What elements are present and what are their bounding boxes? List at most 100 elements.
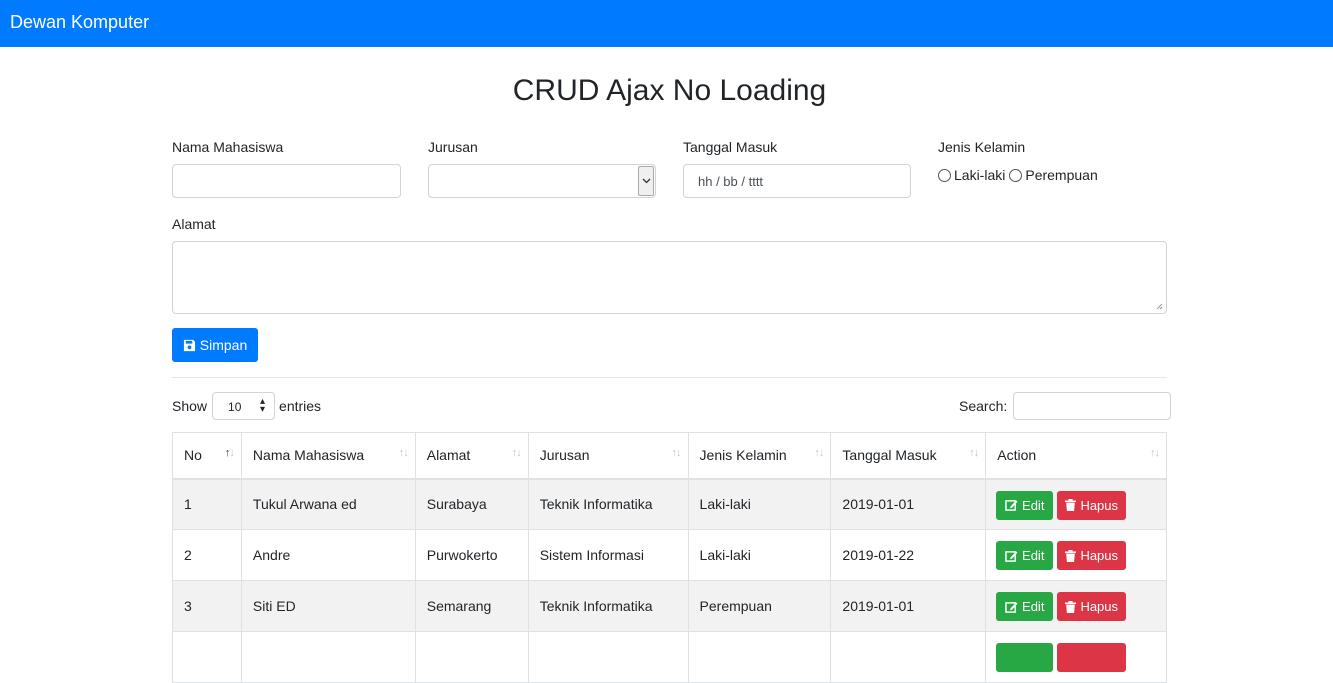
- table-row: [172, 631, 1167, 683]
- cell-alamat: Purwokerto: [414, 529, 529, 581]
- cell-alamat: Semarang: [414, 580, 529, 632]
- cell-jurusan: Teknik Informatika: [527, 580, 689, 632]
- floppy-disk-icon: [183, 339, 195, 351]
- tanggal-placeholder: hh / bb / tttt: [698, 174, 764, 189]
- sort-icon: ↑↓: [814, 447, 824, 459]
- cell-action: Edit Hapus: [985, 529, 1167, 581]
- edit-button-label: Edit: [1022, 497, 1045, 513]
- save-button[interactable]: Simpan: [172, 328, 258, 362]
- col-header-action[interactable]: Action ↑↓: [985, 432, 1167, 480]
- radio-perempuan[interactable]: [1009, 168, 1023, 182]
- alamat-label: Alamat: [172, 216, 216, 232]
- sort-icon: ↑↓: [511, 447, 522, 459]
- entries-length-control: Show 10 ▴ ▾ entries: [172, 392, 321, 420]
- table-row: 3 Siti ED Semarang Teknik Informatika Pe…: [172, 580, 1167, 632]
- delete-button[interactable]: Hapus: [1057, 541, 1127, 570]
- trash-icon: [1065, 499, 1077, 511]
- edit-button-label: Edit: [1022, 599, 1045, 614]
- edit-button[interactable]: Edit: [996, 592, 1054, 621]
- entries-select[interactable]: 10 ▴ ▾: [212, 392, 276, 420]
- navbar-brand[interactable]: Dewan Komputer: [10, 12, 149, 33]
- radio-laki-laki[interactable]: [938, 168, 951, 182]
- edit-icon: [1005, 500, 1018, 511]
- jurusan-select[interactable]: [428, 164, 656, 198]
- cell-nama: [240, 631, 416, 683]
- cell-gender: Laki-laki: [687, 478, 832, 530]
- alamat-textarea[interactable]: [172, 241, 1167, 314]
- sort-icon: ↑↓: [969, 447, 979, 459]
- trash-icon: [1065, 549, 1077, 562]
- divider: [172, 377, 1167, 378]
- col-header-gender[interactable]: Jenis Kelamin ↑↓: [687, 432, 832, 480]
- chevron-down-icon: [638, 166, 654, 196]
- col-header-label: Jurusan: [539, 447, 590, 464]
- edit-button-label: Edit: [1022, 548, 1045, 563]
- col-header-label: Tanggal Masuk: [842, 447, 937, 464]
- cell-tanggal: 2019-01-22: [830, 529, 987, 581]
- radio-perempuan-label[interactable]: Perempuan: [1025, 167, 1097, 183]
- cell-action: [985, 631, 1167, 683]
- navbar: Dewan Komputer: [0, 0, 1333, 47]
- delete-button[interactable]: [1057, 643, 1127, 672]
- sort-icon: ↑↓: [671, 447, 682, 459]
- resize-grip-icon[interactable]: [1155, 302, 1163, 310]
- cell-tanggal: [830, 631, 987, 683]
- cell-jurusan: [527, 631, 689, 683]
- delete-button[interactable]: Hapus: [1057, 490, 1127, 520]
- edit-button[interactable]: [996, 643, 1054, 672]
- nama-label: Nama Mahasiswa: [172, 139, 284, 155]
- col-header-label: Alamat: [426, 447, 471, 464]
- cell-nama: Siti ED: [240, 580, 416, 632]
- cell-gender: Perempuan: [687, 580, 832, 632]
- edit-icon: [1005, 550, 1018, 562]
- table-search: Search:: [959, 392, 1172, 420]
- col-header-nama[interactable]: Nama Mahasiswa ↑↓: [240, 432, 416, 480]
- nama-input[interactable]: [172, 164, 401, 198]
- trash-icon: [1065, 600, 1077, 613]
- entries-label: entries: [279, 398, 322, 414]
- delete-button-label: Hapus: [1080, 497, 1119, 513]
- cell-tanggal: 2019-01-01: [830, 580, 987, 632]
- cell-action: Edit Hapus: [985, 478, 1167, 530]
- col-header-jurusan[interactable]: Jurusan ↑↓: [527, 432, 689, 480]
- edit-button[interactable]: Edit: [996, 541, 1054, 570]
- search-input[interactable]: [1013, 392, 1172, 420]
- sort-icon: ↑↓: [224, 447, 235, 459]
- col-header-label: Nama Mahasiswa: [252, 447, 365, 464]
- cell-tanggal: 2019-01-01: [830, 478, 987, 530]
- cell-nama: Tukul Arwana ed: [240, 478, 416, 530]
- table-header-row: No ↑↓ Nama Mahasiswa ↑↓ Alamat ↑↓ Jurusan ↑↓…: [172, 432, 1167, 480]
- sort-icon: ↑↓: [1150, 447, 1160, 459]
- edit-button[interactable]: Edit: [996, 490, 1054, 520]
- gender-label: Jenis Kelamin: [938, 139, 1026, 155]
- tanggal-input[interactable]: hh / bb / tttt: [683, 164, 911, 198]
- col-header-label: Jenis Kelamin: [699, 447, 787, 464]
- cell-no: [172, 631, 242, 683]
- page-title: CRUD Ajax No Loading: [512, 74, 827, 107]
- save-button-label: Simpan: [199, 337, 248, 353]
- delete-button[interactable]: Hapus: [1057, 592, 1127, 621]
- cell-no: 3: [172, 580, 242, 632]
- gender-radio-group: Laki-laki Perempuan: [938, 167, 1098, 183]
- col-header-alamat[interactable]: Alamat ↑↓: [414, 432, 529, 480]
- cell-gender: [687, 631, 832, 683]
- jurusan-label: Jurusan: [428, 139, 478, 155]
- cell-jurusan: Teknik Informatika: [527, 478, 689, 530]
- cell-jurusan: Sistem Informasi: [527, 529, 689, 581]
- tanggal-label: Tanggal Masuk: [683, 139, 778, 155]
- col-header-label: No: [184, 447, 202, 464]
- cell-no: 2: [172, 529, 242, 581]
- cell-alamat: Surabaya: [414, 478, 529, 530]
- search-label: Search:: [959, 398, 1008, 414]
- col-header-no[interactable]: No ↑↓: [172, 432, 242, 480]
- cell-nama: Andre: [240, 529, 416, 581]
- table-row: 2 Andre Purwokerto Sistem Informasi Laki…: [172, 529, 1167, 581]
- col-header-tanggal[interactable]: Tanggal Masuk ↑↓: [830, 432, 987, 480]
- edit-icon: [1005, 601, 1018, 613]
- delete-button-label: Hapus: [1080, 548, 1119, 563]
- radio-laki-laki-label[interactable]: Laki-laki: [954, 167, 1005, 183]
- col-header-label: Action: [997, 447, 1037, 464]
- table-row: 1 Tukul Arwana ed Surabaya Teknik Inform…: [172, 478, 1167, 530]
- mahasiswa-table: No ↑↓ Nama Mahasiswa ↑↓ Alamat ↑↓ Jurusan ↑↓…: [172, 432, 1167, 683]
- cell-alamat: [414, 631, 529, 683]
